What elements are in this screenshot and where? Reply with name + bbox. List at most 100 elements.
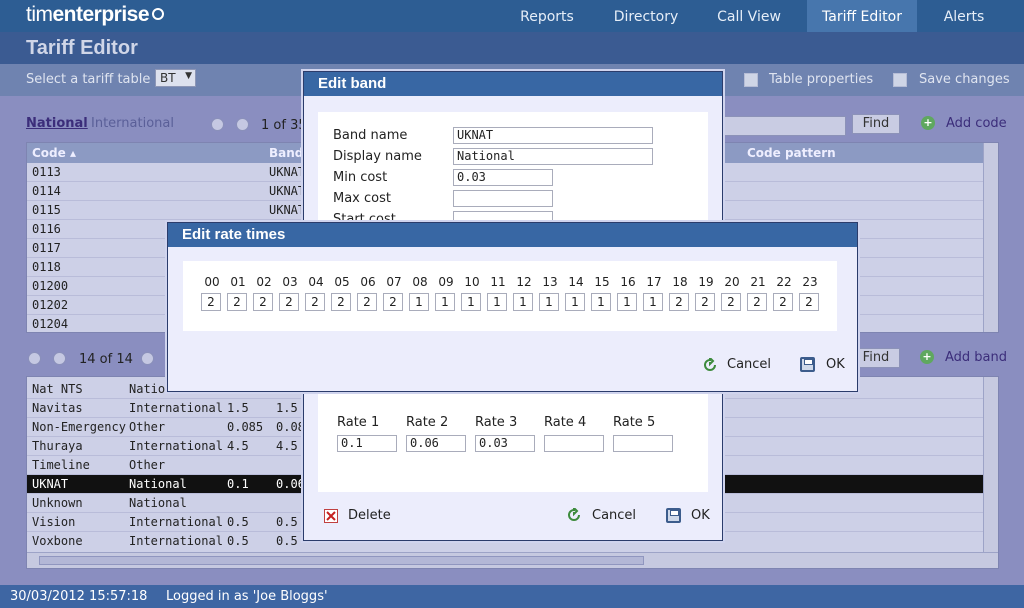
cell-code: 0118 [32, 260, 61, 274]
min-cost-input[interactable]: 0.03 [453, 169, 553, 186]
bands-find-button[interactable]: Find [852, 348, 900, 368]
hour-label: 02 [256, 275, 272, 289]
delete-button[interactable]: Delete [348, 507, 391, 525]
rate5-input[interactable] [613, 435, 673, 452]
hour-rate-input[interactable]: 1 [617, 293, 637, 311]
title-bar: Tariff Editor [0, 32, 1024, 64]
cell-band: UKNAT [269, 203, 306, 217]
display-name-input[interactable]: National [453, 148, 653, 165]
display-name-label: Display name [333, 149, 422, 164]
hour-rate-input[interactable]: 1 [435, 293, 455, 311]
nav-alerts[interactable]: Alerts [930, 0, 998, 32]
scroll-thumb[interactable] [39, 556, 644, 565]
bands-next-page-icon[interactable] [141, 352, 154, 365]
hour-rate-input[interactable]: 2 [383, 293, 403, 311]
band-ok-button[interactable]: OK [691, 507, 710, 525]
hour-rate-input[interactable]: 2 [227, 293, 247, 311]
tab-national[interactable]: National [26, 116, 88, 131]
hour-label: 13 [542, 275, 558, 289]
hour-rate-input[interactable]: 2 [331, 293, 351, 311]
hour-rate-input[interactable]: 2 [279, 293, 299, 311]
start-cost-input[interactable] [453, 211, 553, 222]
hour-rate-input[interactable]: 2 [669, 293, 689, 311]
nav-tariff-editor[interactable]: Tariff Editor [807, 0, 917, 32]
rate-times-ok-button[interactable]: OK [826, 356, 845, 374]
logo-part1: tim [26, 3, 53, 26]
bands-scrollbar-vertical[interactable] [983, 377, 998, 552]
rate4-label: Rate 4 [544, 415, 587, 430]
table-properties-button[interactable]: Table properties [769, 72, 873, 87]
hour-rate-input[interactable]: 2 [721, 293, 741, 311]
codes-search-input[interactable] [724, 116, 846, 136]
hour-rate-input[interactable]: 2 [357, 293, 377, 311]
codes-find-button[interactable]: Find [852, 114, 900, 134]
hour-rate-input[interactable]: 1 [487, 293, 507, 311]
hour-rate-input[interactable]: 2 [799, 293, 819, 311]
bands-scrollbar-horizontal[interactable] [27, 552, 998, 568]
hour-rate-input[interactable]: 2 [695, 293, 715, 311]
nav-directory[interactable]: Directory [603, 0, 689, 32]
hour-label: 12 [516, 275, 532, 289]
tariff-table-select[interactable]: BT ▼ [155, 69, 196, 87]
hour-rate-input[interactable]: 1 [513, 293, 533, 311]
band-name-label: Band name [333, 128, 408, 143]
codes-pager-text: 1 of 35 [261, 118, 307, 133]
max-cost-input[interactable] [453, 190, 553, 207]
cell-code: 0116 [32, 222, 61, 236]
rate3-label: Rate 3 [475, 415, 518, 430]
tariff-select-label: Select a tariff table [26, 72, 151, 87]
start-cost-label: Start cost [333, 212, 396, 222]
bands-first-page-icon[interactable] [28, 352, 41, 365]
hour-rate-input[interactable]: 1 [591, 293, 611, 311]
save-changes-button[interactable]: Save changes [919, 72, 1010, 87]
band-name-input[interactable]: UKNAT [453, 127, 653, 144]
hour-rate-input[interactable]: 1 [565, 293, 585, 311]
cancel-icon [566, 505, 582, 522]
hour-rate-input[interactable]: 1 [409, 293, 429, 311]
rate4-input[interactable] [544, 435, 604, 452]
status-bar: 30/03/2012 15:57:18 Logged in as 'Joe Bl… [0, 585, 1024, 608]
hour-rate-input[interactable]: 2 [747, 293, 767, 311]
rate-times-cancel-button[interactable]: Cancel [727, 356, 771, 374]
col-band[interactable]: Band [269, 143, 303, 163]
cell-band-type: National [129, 496, 187, 510]
prev-page-icon[interactable] [236, 118, 249, 131]
nav-reports[interactable]: Reports [507, 0, 587, 32]
hour-label: 16 [620, 275, 636, 289]
cell-code: 0114 [32, 184, 61, 198]
hour-label: 04 [308, 275, 324, 289]
hour-rate-input[interactable]: 2 [773, 293, 793, 311]
cell-band-name: Unknown [32, 496, 83, 510]
hour-rate-input[interactable]: 2 [201, 293, 221, 311]
nav-call-view[interactable]: Call View [706, 0, 792, 32]
cell-band-name: Thuraya [32, 439, 83, 453]
col-code[interactable]: Code ▴ [32, 143, 76, 163]
rate2-input[interactable]: 0.06 [406, 435, 466, 452]
app-logo[interactable]: timenterprise [26, 3, 165, 27]
ok-save-icon [666, 508, 681, 523]
hour-label: 00 [204, 275, 220, 289]
rate3-input[interactable]: 0.03 [475, 435, 535, 452]
hour-rate-input[interactable]: 1 [643, 293, 663, 311]
tab-international[interactable]: International [91, 116, 174, 131]
rate1-input[interactable]: 0.1 [337, 435, 397, 452]
hour-rate-input[interactable]: 1 [461, 293, 481, 311]
first-page-icon[interactable] [211, 118, 224, 131]
band-cancel-button[interactable]: Cancel [592, 507, 636, 525]
cell-rate1: 1.5 [227, 401, 249, 415]
cell-band-name: Timeline [32, 458, 90, 472]
codes-scrollbar[interactable] [983, 143, 998, 332]
bands-prev-page-icon[interactable] [53, 352, 66, 365]
add-code-button[interactable]: Add code [946, 116, 1007, 131]
col-code-pattern[interactable]: Code pattern [747, 143, 836, 163]
hour-rate-input[interactable]: 1 [539, 293, 559, 311]
top-nav: timenterprise Reports Directory Call Vie… [0, 0, 1024, 32]
hour-rate-input[interactable]: 2 [305, 293, 325, 311]
hour-label: 06 [360, 275, 376, 289]
add-band-button[interactable]: Add band [945, 350, 1007, 365]
hour-rate-input[interactable]: 2 [253, 293, 273, 311]
cell-rate2: 0.5 [276, 534, 298, 548]
cell-band-name: Vision [32, 515, 76, 529]
hour-label: 21 [750, 275, 766, 289]
add-code-icon: + [921, 116, 935, 130]
